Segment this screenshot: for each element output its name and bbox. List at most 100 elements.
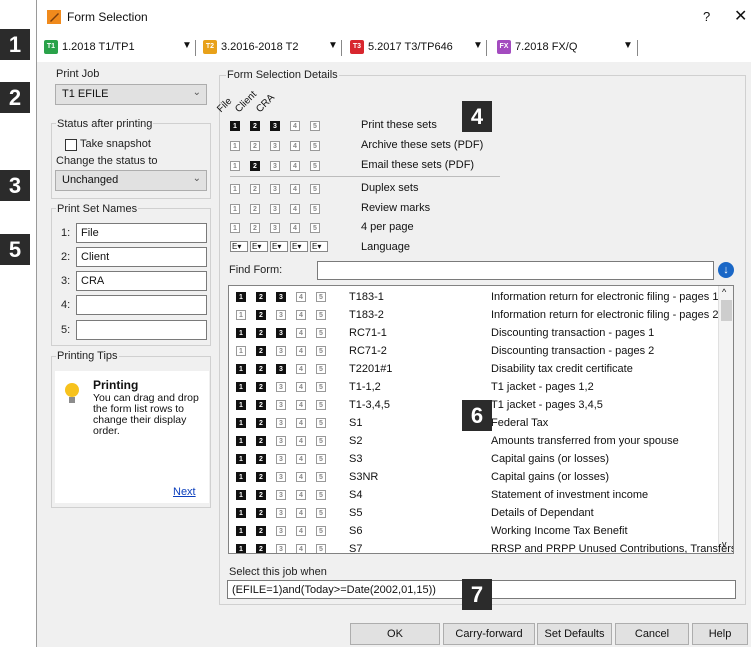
form-11-set-5-checkbox[interactable]: 5 [316, 472, 326, 482]
form-1-set-2-checkbox[interactable]: 2 [256, 292, 266, 302]
form-13-set-2-checkbox[interactable]: 2 [256, 508, 266, 518]
form-4-set-3-checkbox[interactable]: 3 [276, 346, 286, 356]
option-4-set-2-checkbox[interactable]: 2 [250, 184, 260, 194]
form-7-set-5-checkbox[interactable]: 5 [316, 400, 326, 410]
form-8-set-4-checkbox[interactable]: 4 [296, 418, 306, 428]
form-12-set-2-checkbox[interactable]: 2 [256, 490, 266, 500]
form-13-set-1-checkbox[interactable]: 1 [236, 508, 246, 518]
form-8-set-5-checkbox[interactable]: 5 [316, 418, 326, 428]
help-title-button[interactable]: ? [703, 9, 710, 24]
form-5-set-2-checkbox[interactable]: 2 [256, 364, 266, 374]
tab-fx[interactable]: FX 7.2018 FX/Q ▼ [497, 37, 677, 59]
form-6-set-1-checkbox[interactable]: 1 [236, 382, 246, 392]
form-5-set-3-checkbox[interactable]: 3 [276, 364, 286, 374]
form-4-set-2-checkbox[interactable]: 2 [256, 346, 266, 356]
form-13-set-4-checkbox[interactable]: 4 [296, 508, 306, 518]
set-name-input-1[interactable]: File [76, 223, 207, 243]
status-select[interactable]: Unchanged ⌄ [55, 170, 207, 191]
form-12-set-3-checkbox[interactable]: 3 [276, 490, 286, 500]
next-tip-link[interactable]: Next [173, 486, 196, 498]
ok-button[interactable]: OK [350, 623, 440, 645]
set-name-input-2[interactable]: Client [76, 247, 207, 267]
form-row[interactable]: 1 2 3 4 5 T183-2 Information return for electr… [229, 306, 719, 324]
option-5-set-3-checkbox[interactable]: 3 [270, 204, 280, 214]
help-button[interactable]: Help [692, 623, 748, 645]
form-2-set-4-checkbox[interactable]: 4 [296, 310, 306, 320]
list-scrollbar[interactable]: ^ v [718, 286, 733, 553]
form-10-set-2-checkbox[interactable]: 2 [256, 454, 266, 464]
form-7-set-4-checkbox[interactable]: 4 [296, 400, 306, 410]
form-2-set-5-checkbox[interactable]: 5 [316, 310, 326, 320]
carry-forward-button[interactable]: Carry-forward [443, 623, 535, 645]
form-15-set-2-checkbox[interactable]: 2 [256, 544, 266, 553]
caret-down-icon[interactable]: ▼ [623, 40, 633, 51]
form-3-set-3-checkbox[interactable]: 3 [276, 328, 286, 338]
take-snapshot-checkbox[interactable] [65, 139, 77, 151]
option-1-set-3-checkbox[interactable]: 3 [270, 121, 280, 131]
set-name-input-5[interactable] [76, 320, 207, 340]
set-name-input-3[interactable]: CRA [76, 271, 207, 291]
option-2-set-2-checkbox[interactable]: 2 [250, 141, 260, 151]
form-15-set-3-checkbox[interactable]: 3 [276, 544, 286, 553]
form-row[interactable]: 1 2 3 4 5 S5 Details of Dependant [229, 504, 719, 522]
close-button[interactable]: ✕ [734, 6, 747, 26]
option-1-set-1-checkbox[interactable]: 1 [230, 121, 240, 131]
caret-down-icon[interactable]: ▼ [182, 40, 192, 51]
form-15-set-1-checkbox[interactable]: 1 [236, 544, 246, 553]
form-12-set-5-checkbox[interactable]: 5 [316, 490, 326, 500]
form-10-set-4-checkbox[interactable]: 4 [296, 454, 306, 464]
option-4-set-5-checkbox[interactable]: 5 [310, 184, 320, 194]
option-1-set-5-checkbox[interactable]: 5 [310, 121, 320, 131]
scroll-up-icon[interactable]: ^ [722, 287, 726, 297]
form-1-set-4-checkbox[interactable]: 4 [296, 292, 306, 302]
option-3-set-4-checkbox[interactable]: 4 [290, 161, 300, 171]
option-3-set-3-checkbox[interactable]: 3 [270, 161, 280, 171]
form-8-set-3-checkbox[interactable]: 3 [276, 418, 286, 428]
caret-down-icon[interactable]: ▼ [473, 40, 483, 51]
language-dropdown-1[interactable]: E▾ [230, 241, 248, 252]
form-9-set-1-checkbox[interactable]: 1 [236, 436, 246, 446]
form-7-set-1-checkbox[interactable]: 1 [236, 400, 246, 410]
form-10-set-3-checkbox[interactable]: 3 [276, 454, 286, 464]
form-14-set-2-checkbox[interactable]: 2 [256, 526, 266, 536]
form-9-set-5-checkbox[interactable]: 5 [316, 436, 326, 446]
cancel-button[interactable]: Cancel [615, 623, 689, 645]
option-3-set-2-checkbox[interactable]: 2 [250, 161, 260, 171]
option-4-set-3-checkbox[interactable]: 3 [270, 184, 280, 194]
form-14-set-3-checkbox[interactable]: 3 [276, 526, 286, 536]
option-6-set-5-checkbox[interactable]: 5 [310, 223, 320, 233]
form-row[interactable]: 1 2 3 4 5 RC71-2 Discounting transaction - pag… [229, 342, 719, 360]
language-dropdown-2[interactable]: E▾ [250, 241, 268, 252]
form-6-set-2-checkbox[interactable]: 2 [256, 382, 266, 392]
form-row[interactable]: 1 2 3 4 5 RC71-1 Discounting transaction - pag… [229, 324, 719, 342]
form-row[interactable]: 1 2 3 4 5 S3 Capital gains (or losses) [229, 450, 719, 468]
caret-down-icon[interactable]: ▼ [328, 40, 338, 51]
option-1-set-2-checkbox[interactable]: 2 [250, 121, 260, 131]
form-1-set-5-checkbox[interactable]: 5 [316, 292, 326, 302]
form-13-set-5-checkbox[interactable]: 5 [316, 508, 326, 518]
language-dropdown-3[interactable]: E▾ [270, 241, 288, 252]
option-4-set-1-checkbox[interactable]: 1 [230, 184, 240, 194]
form-row[interactable]: 1 2 3 4 5 T183-1 Information return for electr… [229, 288, 719, 306]
form-2-set-1-checkbox[interactable]: 1 [236, 310, 246, 320]
form-row[interactable]: 1 2 3 4 5 S7 RRSP and PRPP Unused Contribution… [229, 540, 733, 553]
option-6-set-1-checkbox[interactable]: 1 [230, 223, 240, 233]
option-4-set-4-checkbox[interactable]: 4 [290, 184, 300, 194]
form-10-set-1-checkbox[interactable]: 1 [236, 454, 246, 464]
print-job-select[interactable]: T1 EFILE ⌄ [55, 84, 207, 105]
form-6-set-3-checkbox[interactable]: 3 [276, 382, 286, 392]
form-5-set-5-checkbox[interactable]: 5 [316, 364, 326, 374]
form-14-set-1-checkbox[interactable]: 1 [236, 526, 246, 536]
form-5-set-4-checkbox[interactable]: 4 [296, 364, 306, 374]
form-3-set-4-checkbox[interactable]: 4 [296, 328, 306, 338]
form-15-set-4-checkbox[interactable]: 4 [296, 544, 306, 553]
scroll-thumb[interactable] [721, 300, 732, 321]
option-3-set-5-checkbox[interactable]: 5 [310, 161, 320, 171]
form-1-set-3-checkbox[interactable]: 3 [276, 292, 286, 302]
form-4-set-4-checkbox[interactable]: 4 [296, 346, 306, 356]
form-4-set-5-checkbox[interactable]: 5 [316, 346, 326, 356]
form-row[interactable]: 1 2 3 4 5 S6 Working Income Tax Benefit [229, 522, 719, 540]
option-2-set-3-checkbox[interactable]: 3 [270, 141, 280, 151]
form-10-set-5-checkbox[interactable]: 5 [316, 454, 326, 464]
option-6-set-2-checkbox[interactable]: 2 [250, 223, 260, 233]
